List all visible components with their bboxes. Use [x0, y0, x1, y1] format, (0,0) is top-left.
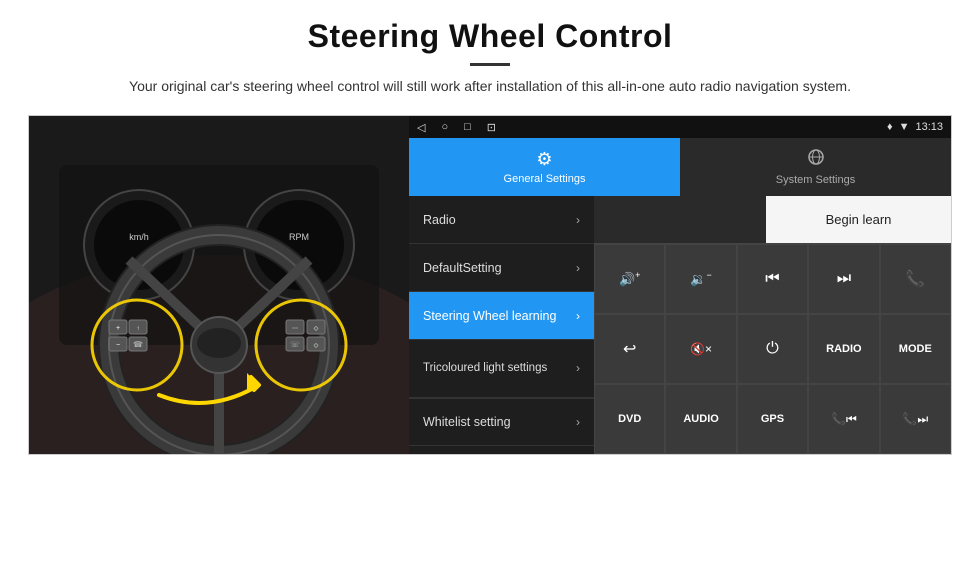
- back-nav[interactable]: ◁: [417, 121, 425, 134]
- tab-general-label: General Settings: [504, 173, 586, 185]
- power-icon: ⏻: [766, 340, 779, 358]
- svg-text:☎: ☎: [133, 340, 143, 349]
- menu-tricoloured-label: Tricoloured light settings: [423, 361, 576, 376]
- svg-text:↑: ↑: [137, 326, 140, 332]
- dvd-button[interactable]: DVD: [594, 384, 665, 454]
- content-area: km/h RPM + − ↑ ☎: [28, 115, 952, 455]
- call-button[interactable]: 📞: [880, 244, 951, 314]
- power-button[interactable]: ⏻: [737, 314, 808, 384]
- radio-label: RADIO: [826, 343, 861, 355]
- svg-text:◇: ◇: [314, 326, 319, 332]
- next-track-icon: ⏭: [837, 270, 851, 288]
- svg-text:RPM: RPM: [289, 232, 309, 242]
- svg-text:☏: ☏: [290, 340, 300, 349]
- mute-button[interactable]: 🔇×: [665, 314, 736, 384]
- begin-learn-spacer: [594, 196, 766, 243]
- settings-gear-icon: ⚙: [536, 149, 552, 170]
- title-divider: [470, 63, 510, 66]
- svg-text:+: +: [116, 325, 120, 332]
- chevron-right-icon: ›: [576, 309, 580, 323]
- location-icon: ♦: [887, 121, 893, 133]
- tab-system[interactable]: System Settings: [680, 138, 951, 196]
- chevron-right-icon: ›: [576, 261, 580, 275]
- begin-learn-row: Begin learn: [594, 196, 951, 244]
- main-panel: Radio › DefaultSetting › Steering Wheel …: [409, 196, 951, 454]
- hang-up-button[interactable]: ↩: [594, 314, 665, 384]
- tel-next-button[interactable]: 📞⏭: [880, 384, 951, 454]
- svg-text:km/h: km/h: [129, 232, 149, 242]
- gps-label: GPS: [761, 413, 784, 425]
- begin-learn-button[interactable]: Begin learn: [766, 196, 951, 243]
- controls-grid: 🔊+ 🔉− ⏮ ⏭ 📞 ↩: [594, 244, 951, 454]
- phone-icon: 📞: [905, 269, 925, 289]
- tab-general[interactable]: ⚙ General Settings: [409, 138, 680, 196]
- radio-button[interactable]: RADIO: [808, 314, 879, 384]
- menu-steering-label: Steering Wheel learning: [423, 309, 556, 323]
- chevron-right-icon: ›: [576, 361, 580, 377]
- menu-list: Radio › DefaultSetting › Steering Wheel …: [409, 196, 594, 454]
- menu-radio[interactable]: Radio ›: [409, 196, 594, 244]
- vol-up-button[interactable]: 🔊+: [594, 244, 665, 314]
- signal-icon: ▼: [899, 121, 910, 133]
- prev-track-button[interactable]: ⏮: [737, 244, 808, 314]
- dvd-label: DVD: [618, 413, 641, 425]
- nav-buttons: ◁ ○ □ ⊡: [417, 121, 496, 134]
- next-track-button[interactable]: ⏭: [808, 244, 879, 314]
- volume-up-icon: 🔊+: [619, 270, 640, 287]
- page-title: Steering Wheel Control: [60, 18, 920, 55]
- home-nav[interactable]: ○: [441, 121, 448, 133]
- menu-default-label: DefaultSetting: [423, 261, 502, 275]
- mode-button[interactable]: MODE: [880, 314, 951, 384]
- page-header: Steering Wheel Control Your original car…: [0, 0, 980, 107]
- status-bar-right: ♦ ▼ 13:13: [887, 121, 943, 133]
- audio-button[interactable]: AUDIO: [665, 384, 736, 454]
- menu-radio-label: Radio: [423, 213, 456, 227]
- headunit: ◁ ○ □ ⊡ ♦ ▼ 13:13 ⚙ General Settings: [409, 116, 951, 454]
- vol-down-button[interactable]: 🔉−: [665, 244, 736, 314]
- chevron-right-icon: ›: [576, 415, 580, 429]
- svg-text:◇: ◇: [314, 343, 319, 349]
- menu-steering[interactable]: Steering Wheel learning ›: [409, 292, 594, 340]
- menu-nav[interactable]: ⊡: [487, 121, 496, 134]
- time-display: 13:13: [915, 121, 943, 133]
- prev-track-icon: ⏮: [765, 270, 779, 288]
- steering-wheel-image: km/h RPM + − ↑ ☎: [29, 116, 409, 454]
- status-bar: ◁ ○ □ ⊡ ♦ ▼ 13:13: [409, 116, 951, 138]
- hang-up-icon: ↩: [623, 339, 636, 359]
- menu-whitelist[interactable]: Whitelist setting ›: [409, 398, 594, 446]
- menu-default[interactable]: DefaultSetting ›: [409, 244, 594, 292]
- button-grid: Begin learn 🔊+ 🔉− ⏮ ⏭: [594, 196, 951, 454]
- menu-tricoloured[interactable]: Tricoloured light settings ›: [409, 340, 594, 398]
- svg-text:−: −: [116, 342, 120, 349]
- menu-whitelist-label: Whitelist setting: [423, 415, 511, 429]
- system-globe-icon: [807, 148, 825, 171]
- tel-prev-button[interactable]: 📞⏮: [808, 384, 879, 454]
- tab-system-label: System Settings: [776, 174, 855, 186]
- mute-icon: 🔇×: [690, 342, 712, 356]
- mode-label: MODE: [899, 343, 932, 355]
- audio-label: AUDIO: [683, 413, 718, 425]
- tel-prev-icon: 📞⏮: [831, 412, 857, 427]
- tab-row: ⚙ General Settings System Settings: [409, 138, 951, 196]
- recent-nav[interactable]: □: [464, 121, 471, 133]
- chevron-right-icon: ›: [576, 213, 580, 227]
- tel-next-icon: 📞⏭: [902, 412, 928, 427]
- page-subtitle: Your original car's steering wheel contr…: [60, 76, 920, 97]
- svg-text:⋯: ⋯: [292, 326, 298, 332]
- gps-button[interactable]: GPS: [737, 384, 808, 454]
- volume-down-icon: 🔉−: [690, 270, 711, 287]
